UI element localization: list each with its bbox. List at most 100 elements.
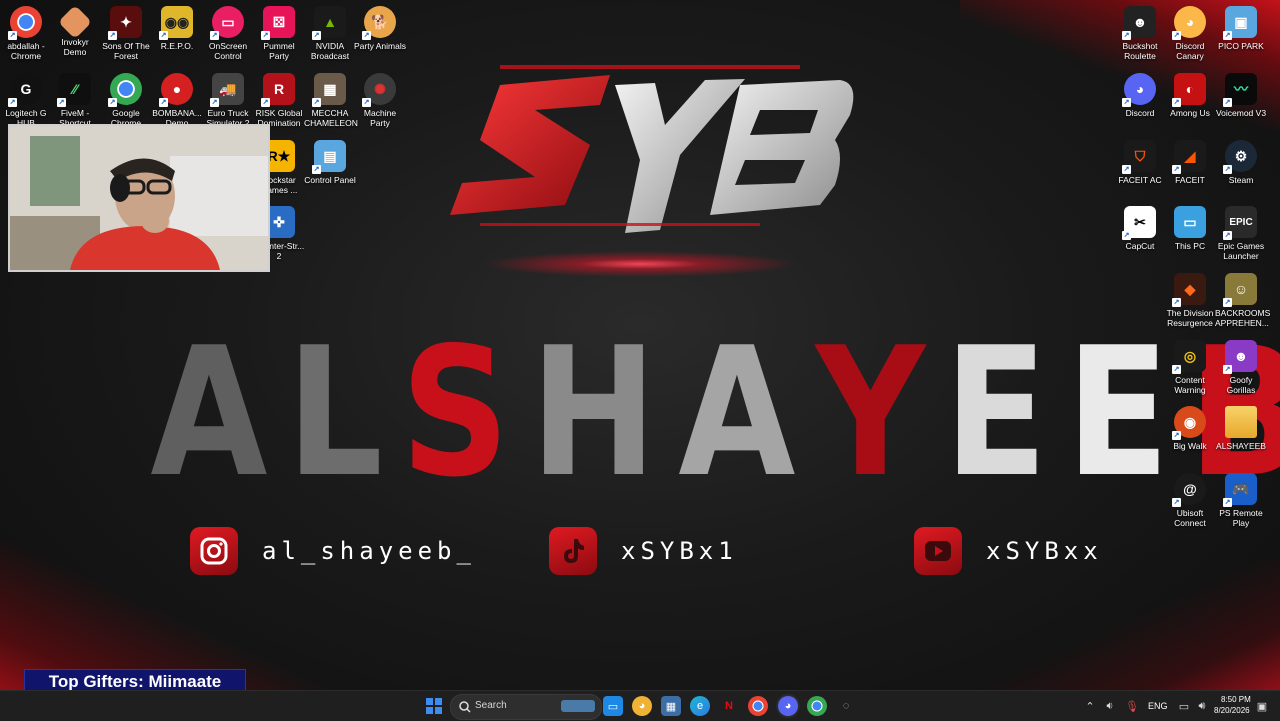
desktop-icon-faceit[interactable]: ◢ ↗ FACEIT <box>1164 140 1216 185</box>
syb-logo <box>440 55 860 245</box>
obs-icon[interactable]: ◌ <box>836 696 856 716</box>
store-icon[interactable]: ▦ <box>661 696 681 716</box>
desktop-icon-risk[interactable]: R ↗ RISK Global Domination <box>253 73 305 128</box>
desktop-icon-buckshot[interactable]: ☻ ↗ Buckshot Roulette <box>1114 6 1166 61</box>
logitech-icon: G ↗ <box>8 73 42 107</box>
chrome-icon: ↗ <box>8 6 42 40</box>
desktop-icon-discord-canary[interactable]: ◕ ↗ Discord Canary <box>1164 6 1216 61</box>
this-pc-icon: ▭ <box>1174 206 1206 238</box>
network-icon[interactable]: ▭ <box>1174 696 1194 716</box>
desktop-icon-google-chrome[interactable]: ↗ Google Chrome <box>100 73 152 128</box>
webcam-feed <box>8 124 270 272</box>
desktop-icon-pummel[interactable]: ⚄ ↗ Pummel Party <box>253 6 305 61</box>
desktop-icon-meccha[interactable]: ▦ ↗ MECCHA CHAMELEON <box>304 73 358 128</box>
onscreen-icon: ▭ ↗ <box>210 6 244 40</box>
desktop-icon-among-us[interactable]: ◐ ↗ Among Us <box>1164 73 1216 118</box>
desktop-icon-control-panel[interactable]: ▤ ↗ Control Panel <box>304 140 356 185</box>
desktop-icon-backrooms[interactable]: ☺ ↗ BACKROOMS APPREHEN... <box>1215 273 1270 328</box>
discord-canary-taskbar-icon[interactable]: ◕ <box>632 696 652 716</box>
desktop-icon-euro-truck[interactable]: 🚚 ↗ Euro Truck Simulator 2 <box>202 73 254 128</box>
desktop-icon-division[interactable]: ◆ ↗ The Division Resurgence <box>1164 273 1216 328</box>
truck-icon: 🚚 ↗ <box>210 73 244 107</box>
task-view-icon[interactable]: ▭ <box>603 696 623 716</box>
discord-icon: ◕ ↗ <box>1122 73 1156 107</box>
desktop-icon-alshayeeb-folder[interactable]: ALSHAYEEB <box>1215 406 1267 451</box>
pummel-icon: ⚄ ↗ <box>261 6 295 40</box>
social-instagram: al_shayeeb_ <box>190 527 476 575</box>
folder-icon <box>1225 406 1257 438</box>
webcam-person-image <box>10 126 268 270</box>
chrome-profile-taskbar-icon[interactable] <box>807 696 827 716</box>
name-letter: E <box>944 309 1048 516</box>
faceit-icon: ◢ ↗ <box>1172 140 1206 174</box>
desktop-icon-big-walk[interactable]: ◉ ↗ Big Walk <box>1164 406 1216 451</box>
instagram-icon <box>190 527 238 575</box>
backrooms-icon: ☺ ↗ <box>1223 273 1257 307</box>
microphone-icon[interactable]: 🎙︎ <box>1122 696 1142 716</box>
discord-taskbar-icon[interactable]: ◕ <box>778 696 798 716</box>
desktop-icon-logitech[interactable]: G ↗ Logitech G HUB <box>0 73 52 128</box>
ubisoft-icon: @ ↗ <box>1172 473 1206 507</box>
taskbar-search[interactable]: Search <box>450 694 602 720</box>
fivem-icon: ⁄⁄ ↗ <box>57 73 91 107</box>
desktop-icon-machine-party[interactable]: ✺ ↗ Machine Party <box>354 73 406 128</box>
desktop-icon-this-pc[interactable]: ▭ This PC <box>1164 206 1216 251</box>
desktop-icon-bombana[interactable]: ● ↗ BOMBANA... Demo <box>151 73 203 128</box>
volume-icon[interactable]: 🔊︎ <box>1192 696 1212 716</box>
desktop-icon-repo[interactable]: ◉◉ ↗ R.E.P.O. <box>151 6 203 51</box>
speaker-icon[interactable]: 🔉︎ <box>1100 696 1120 716</box>
chrome-icon: ↗ <box>108 73 142 107</box>
desktop-icon-voicemod[interactable]: 〰 ↗ Voicemod V3 <box>1215 73 1267 118</box>
desktop-icon-invokyr[interactable]: Invokyr Demo <box>49 5 101 57</box>
desktop-icon-steam[interactable]: ⚙ ↗ Steam <box>1215 140 1267 185</box>
clock-time[interactable]: 8:50 PM <box>1221 695 1251 704</box>
language-indicator[interactable]: ENG <box>1148 701 1168 711</box>
name-letter: A <box>150 309 268 516</box>
desktop-icon-discord[interactable]: ◕ ↗ Discord <box>1114 73 1166 118</box>
bombana-icon: ● ↗ <box>159 73 193 107</box>
desktop-icon-ubisoft[interactable]: @ ↗ Ubisoft Connect <box>1164 473 1216 528</box>
meccha-icon: ▦ ↗ <box>312 73 346 107</box>
netflix-icon[interactable]: N <box>719 696 739 716</box>
search-placeholder: Search <box>475 700 507 711</box>
clock-date[interactable]: 8/20/2026 <box>1214 706 1250 715</box>
name-letter: S <box>400 309 510 516</box>
alshayeeb-title: A L S H A Y E E B <box>140 309 1280 516</box>
desktop-icon-abdallah-chrome[interactable]: ↗ abdallah - Chrome <box>0 6 52 61</box>
wallpaper-accent-bottom-right <box>980 560 1280 700</box>
capcut-icon: ✂ ↗ <box>1122 206 1156 240</box>
start-button[interactable] <box>424 696 444 716</box>
desktop-icon-fivem[interactable]: ⁄⁄ ↗ FiveM - Shortcut <box>49 73 101 128</box>
desktop-icon-onscreen[interactable]: ▭ ↗ OnScreen Control <box>202 6 254 61</box>
desktop-icon-content-warning[interactable]: ◎ ↗ Content Warning <box>1164 340 1216 395</box>
big-walk-icon: ◉ ↗ <box>1172 406 1206 440</box>
desktop-icon-goofy-gorillas[interactable]: ☻ ↗ Goofy Gorillas <box>1215 340 1267 395</box>
name-letter: A <box>678 309 796 516</box>
edge-icon[interactable]: e <box>690 696 710 716</box>
desktop-icon-ps-remote[interactable]: 🎮 ↗ PS Remote Play <box>1215 473 1267 528</box>
invokyr-icon <box>58 5 92 39</box>
party-animals-icon: 🐕 ↗ <box>362 6 396 40</box>
desktop-icon-party-animals[interactable]: 🐕 ↗ Party Animals <box>354 6 406 51</box>
chrome-taskbar-icon[interactable] <box>748 696 768 716</box>
chevron-up-icon[interactable]: ⌃ <box>1080 696 1100 716</box>
nvidia-icon: ▲ ↗ <box>312 6 346 40</box>
risk-icon: R ↗ <box>261 73 295 107</box>
desktop-icon-nvidia-broadcast[interactable]: ▲ ↗ NVIDIA Broadcast <box>304 6 356 61</box>
buckshot-icon: ☻ ↗ <box>1122 6 1156 40</box>
voicemod-icon: 〰 ↗ <box>1223 73 1257 107</box>
name-letter: Y <box>815 309 926 516</box>
tiktok-icon <box>549 527 597 575</box>
desktop-icon-faceit-ac[interactable]: ⛉ ↗ FACEIT AC <box>1114 140 1166 185</box>
desktop-icon-epic[interactable]: EPIC ↗ Epic Games Launcher <box>1215 206 1267 261</box>
youtube-handle: xSYBxx <box>986 537 1103 565</box>
ps-remote-icon: 🎮 ↗ <box>1223 473 1257 507</box>
desktop-icon-pico-park[interactable]: ▣ ↗ PICO PARK <box>1215 6 1267 51</box>
notification-icon[interactable]: ▣ <box>1252 696 1272 716</box>
repo-icon: ◉◉ ↗ <box>159 6 193 40</box>
name-letter: L <box>286 309 383 516</box>
desktop-icon-sons-forest[interactable]: ✦ ↗ Sons Of The Forest <box>100 6 152 61</box>
epic-icon: EPIC ↗ <box>1223 206 1257 240</box>
desktop-icon-capcut[interactable]: ✂ ↗ CapCut <box>1114 206 1166 251</box>
windows-icon <box>426 698 442 714</box>
